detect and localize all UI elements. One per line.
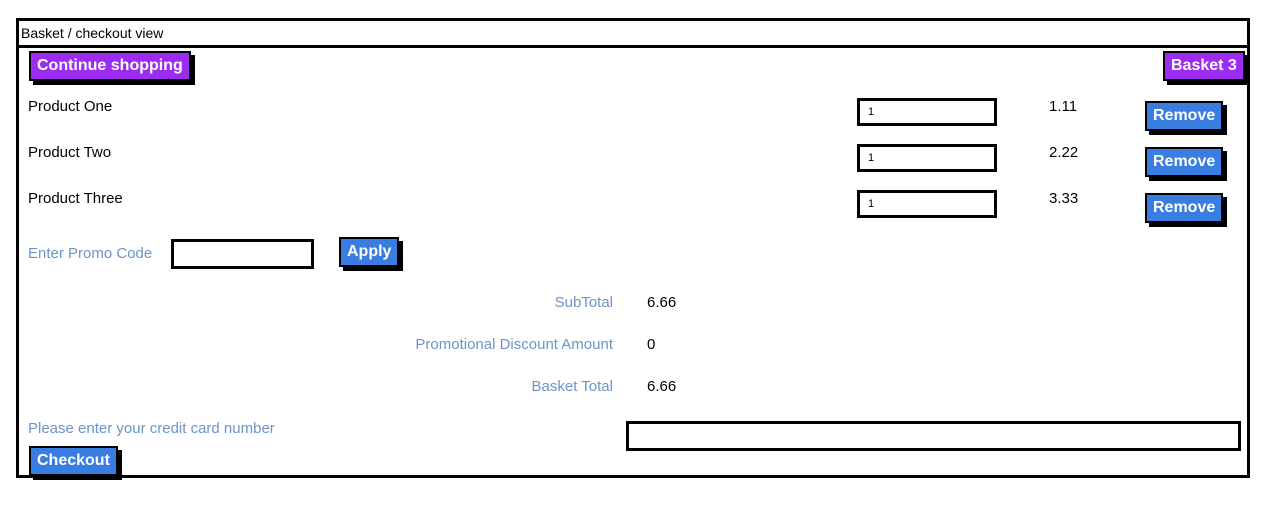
subtotal-label: SubTotal (554, 294, 613, 311)
discount-value: 0 (647, 336, 656, 353)
discount-label: Promotional Discount Amount (415, 336, 613, 353)
credit-card-input[interactable] (626, 421, 1241, 451)
product-price: 3.33 (1049, 190, 1079, 207)
promo-code-input[interactable] (171, 239, 314, 269)
promo-code-label: Enter Promo Code (28, 245, 153, 262)
window-title: Basket / checkout view (19, 21, 1247, 48)
continue-shopping-button[interactable]: Continue shopping (29, 51, 191, 81)
subtotal-value: 6.66 (647, 294, 677, 311)
product-name: Product One (28, 98, 113, 115)
checkout-button[interactable]: Checkout (29, 446, 118, 476)
quantity-input[interactable] (857, 98, 997, 126)
product-name: Product Two (28, 144, 112, 161)
remove-button[interactable]: Remove (1145, 193, 1224, 223)
remove-button[interactable]: Remove (1145, 147, 1224, 177)
apply-button[interactable]: Apply (339, 237, 400, 267)
product-price: 2.22 (1049, 144, 1079, 161)
remove-button[interactable]: Remove (1145, 101, 1224, 131)
product-name: Product Three (28, 190, 123, 207)
basket-total-label: Basket Total (531, 378, 613, 395)
product-price: 1.11 (1049, 98, 1078, 115)
quantity-input[interactable] (857, 190, 997, 218)
basket-button[interactable]: Basket 3 (1163, 51, 1245, 81)
basket-total-value: 6.66 (647, 378, 677, 395)
quantity-input[interactable] (857, 144, 997, 172)
credit-card-label: Please enter your credit card number (28, 420, 275, 437)
